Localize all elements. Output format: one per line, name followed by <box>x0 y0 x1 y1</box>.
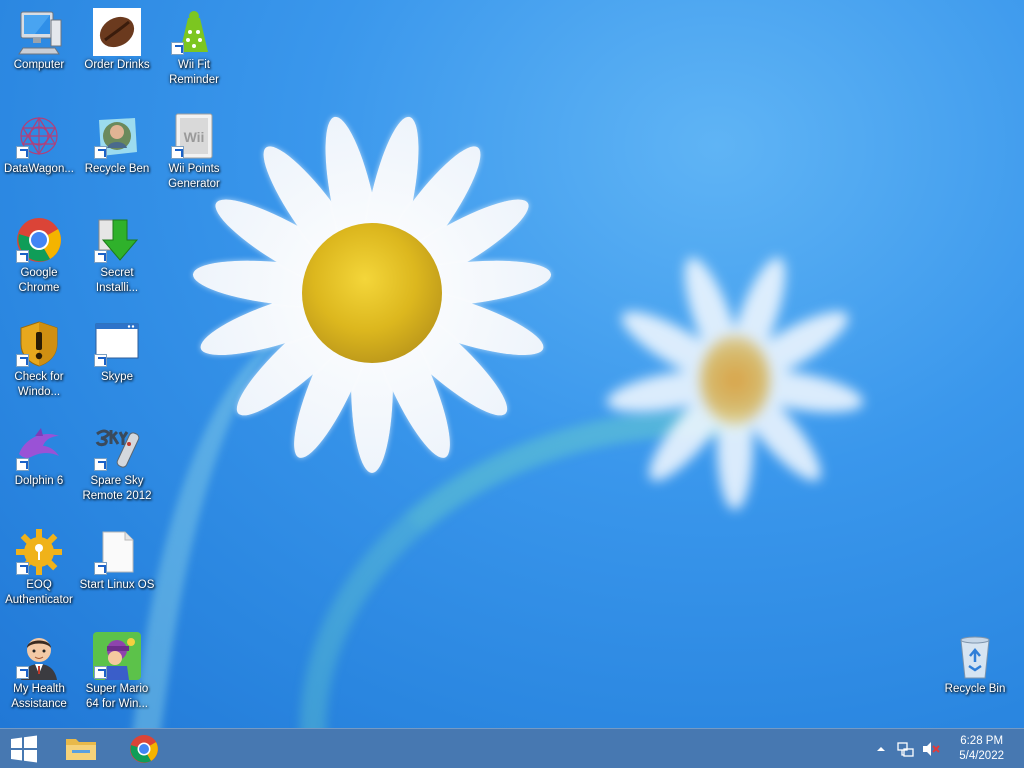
icon-label: Computer <box>13 59 65 71</box>
icon-label: Spare Sky Remote 2012 <box>82 475 152 502</box>
clock-time: 6:28 PM <box>960 735 1004 747</box>
tray-overflow-button[interactable] <box>872 729 890 768</box>
shortcut-arrow-icon <box>94 666 107 679</box>
desktop-icon-super-mario-64[interactable]: Super Mario 64 for Win... <box>79 632 155 712</box>
icon-label: Check for Windo... <box>14 371 64 398</box>
shortcut-arrow-icon <box>16 146 29 159</box>
shortcut-arrow-icon <box>94 250 107 263</box>
desktop-icon-order-drinks[interactable]: Order Drinks <box>79 8 155 73</box>
shortcut-arrow-icon <box>171 42 184 55</box>
desktop[interactable]: Computer DataWagon... Google Chrome Chec… <box>0 0 1024 728</box>
shield-warning-icon <box>15 320 63 368</box>
clock-date: 5/4/2022 <box>959 750 1004 762</box>
tray-network-button[interactable] <box>894 729 916 768</box>
shortcut-arrow-icon <box>16 250 29 263</box>
shortcut-arrow-icon <box>16 458 29 471</box>
shortcut-arrow-icon <box>16 666 29 679</box>
wii-fit-icon <box>170 8 218 56</box>
sky-remote-icon <box>93 424 141 472</box>
desktop-icon-skype[interactable]: Skype <box>79 320 155 385</box>
taskbar-clock[interactable]: 6:28 PM 5/4/2022 <box>959 734 1004 764</box>
icon-label: Order Drinks <box>84 59 150 71</box>
icon-label: My Health Assistance <box>11 683 67 710</box>
desktop-icon-eoq-authenticator[interactable]: EOQ Authenticator <box>1 528 77 608</box>
window-icon <box>93 320 141 368</box>
desktop-icon-wii-points-generator[interactable]: Wii Wii Points Generator <box>156 112 232 192</box>
desktop-icon-start-linux-os[interactable]: Start Linux OS <box>79 528 155 593</box>
icon-label: Google Chrome <box>18 267 60 294</box>
file-explorer-icon <box>66 739 96 760</box>
icon-label: Recycle Ben <box>84 163 150 175</box>
recycle-bin-icon <box>951 632 999 680</box>
desktop-icon-spare-sky-remote[interactable]: Spare Sky Remote 2012 <box>79 424 155 504</box>
icon-label: Skype <box>101 371 133 383</box>
desktop-icon-check-for-windows[interactable]: Check for Windo... <box>1 320 77 400</box>
icon-label: Wii Points Generator <box>168 163 220 190</box>
shortcut-arrow-icon <box>171 146 184 159</box>
shortcut-arrow-icon <box>94 354 107 367</box>
icon-label: Secret Installi... <box>95 267 139 294</box>
shortcut-arrow-icon <box>16 562 29 575</box>
shortcut-arrow-icon <box>94 146 107 159</box>
icon-label: EOQ Authenticator <box>5 579 73 606</box>
dolphin-icon <box>15 424 63 472</box>
desktop-icon-secret-installer[interactable]: Secret Installi... <box>79 216 155 296</box>
shortcut-arrow-icon <box>16 354 29 367</box>
shortcut-arrow-icon <box>94 458 107 471</box>
tray-volume-button[interactable] <box>920 729 942 768</box>
desktop-icon-wii-fit-reminder[interactable]: Wii Fit Reminder <box>156 8 232 88</box>
wii-icon: Wii <box>170 112 218 160</box>
ben-photo-icon <box>93 112 141 160</box>
blank-file-icon <box>93 528 141 576</box>
desktop-icon-recycle-ben[interactable]: Recycle Ben <box>79 112 155 177</box>
chevron-up-icon <box>877 747 885 751</box>
gear-key-icon <box>15 528 63 576</box>
coffee-bean-icon <box>93 8 141 56</box>
doctor-avatar-icon <box>15 632 63 680</box>
desktop-icon-datawagon[interactable]: DataWagon... <box>1 112 77 177</box>
icon-label: Recycle Bin <box>944 683 1006 695</box>
shortcut-arrow-icon <box>94 562 107 575</box>
icon-label: Wii Fit Reminder <box>169 59 219 86</box>
taskbar-file-explorer[interactable] <box>56 729 106 768</box>
svg-text:Wii: Wii <box>184 129 205 145</box>
taskbar-chrome[interactable] <box>120 729 168 768</box>
desktop-icon-google-chrome[interactable]: Google Chrome <box>1 216 77 296</box>
icon-label: Super Mario 64 for Win... <box>85 683 149 710</box>
network-icon <box>897 742 914 757</box>
chrome-icon <box>130 735 158 763</box>
desktop-icon-my-health-assistance[interactable]: My Health Assistance <box>1 632 77 712</box>
taskbar: 6:28 PM 5/4/2022 <box>0 728 1024 768</box>
windows-logo-icon <box>11 735 37 763</box>
green-arrow-installer-icon <box>93 216 141 264</box>
start-button[interactable] <box>0 729 48 768</box>
mario-icon <box>93 632 141 680</box>
icon-label: DataWagon... <box>4 163 74 175</box>
icon-label: Dolphin 6 <box>14 475 64 487</box>
icon-label: Start Linux OS <box>79 579 155 591</box>
desktop-icon-recycle-bin[interactable]: Recycle Bin <box>937 632 1013 697</box>
chrome-icon <box>15 216 63 264</box>
computer-icon <box>15 8 63 56</box>
desktop-icon-dolphin[interactable]: Dolphin 6 <box>1 424 77 489</box>
speaker-muted-icon <box>923 742 940 756</box>
desktop-icon-computer[interactable]: Computer <box>1 8 77 73</box>
network-graph-icon <box>15 112 63 160</box>
